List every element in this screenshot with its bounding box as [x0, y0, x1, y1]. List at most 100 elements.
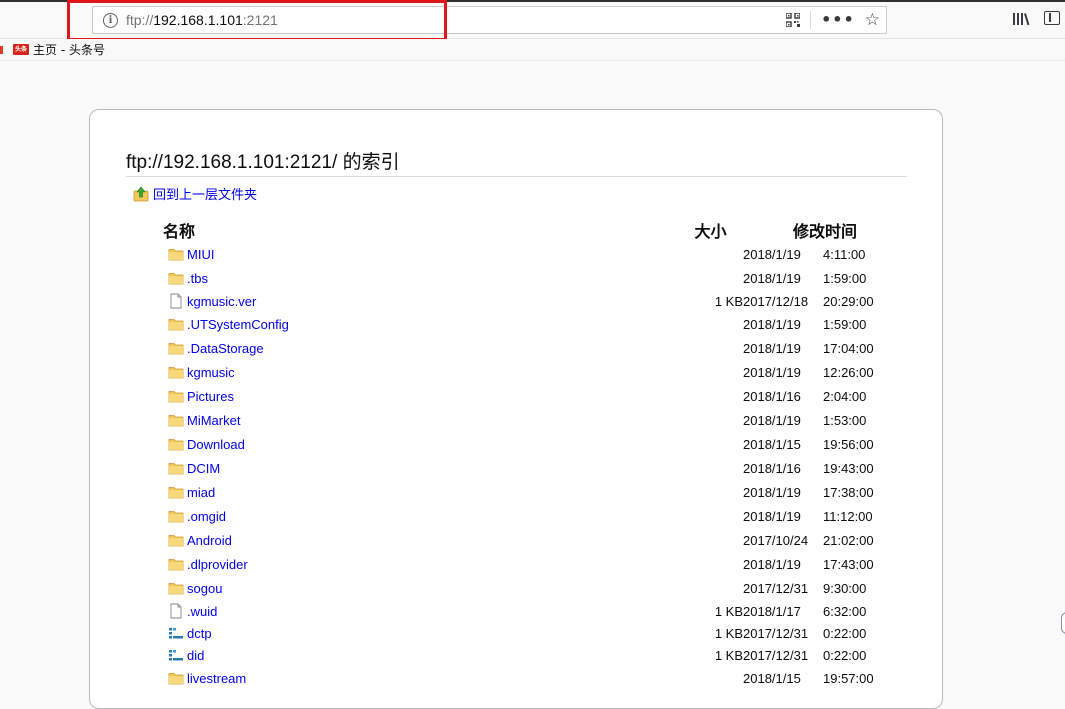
entry-link[interactable]: .omgid: [187, 509, 226, 524]
time-cell: 6:32:00: [823, 603, 867, 619]
folder-icon: [168, 463, 184, 475]
bookmark-item-toutiao[interactable]: 头条 主页 - 头条号: [13, 41, 105, 58]
time-cell: 0:22:00: [823, 625, 867, 641]
name-cell: .dlprovider: [163, 552, 643, 576]
name-cell: kgmusic: [163, 360, 643, 384]
date-cell: 2018/1/19: [743, 246, 801, 262]
time-cell: 17:38:00: [823, 484, 874, 500]
site-info-icon[interactable]: i: [103, 13, 118, 28]
address-bar-actions: ••• ☆: [786, 11, 880, 29]
url-text[interactable]: ftp://192.168.1.101:2121: [126, 12, 278, 28]
ftp-listing-card: ftp://192.168.1.101:2121/ 的索引 回到上一层文件夹 名…: [89, 109, 943, 709]
date-cell: 2018/1/19: [743, 508, 801, 524]
entry-link[interactable]: .UTSystemConfig: [187, 317, 289, 332]
size-cell: [643, 312, 743, 336]
entry-link[interactable]: MIUI: [187, 247, 214, 262]
entry-link[interactable]: kgmusic.ver: [187, 294, 256, 309]
date-cell: 2018/1/19: [743, 364, 801, 380]
page-actions-menu-icon[interactable]: •••: [821, 11, 855, 29]
folder-icon: [168, 249, 184, 261]
bookmark-star-icon[interactable]: ☆: [865, 11, 880, 29]
entry-link[interactable]: MiMarket: [187, 413, 240, 428]
name-cell: MIUI: [163, 242, 643, 266]
library-icon[interactable]: [1012, 12, 1030, 26]
table-row: .DataStorage 2018/1/19 17:04:00: [163, 336, 913, 360]
size-cell: 1 KB: [714, 647, 743, 663]
size-cell: [643, 336, 743, 360]
time-cell: 19:57:00: [823, 670, 874, 686]
entry-link[interactable]: dctp: [187, 626, 212, 641]
column-header-modified[interactable]: 修改时间: [743, 218, 913, 242]
entry-link[interactable]: kgmusic: [187, 365, 235, 380]
table-header-row: 名称 大小 修改时间: [163, 218, 913, 242]
entry-link[interactable]: .dlprovider: [187, 557, 248, 572]
table-row: livestream 2018/1/15 19:57:00: [163, 666, 913, 690]
time-cell: 21:02:00: [823, 532, 874, 548]
folder-icon: [168, 319, 184, 331]
entry-link[interactable]: livestream: [187, 671, 246, 686]
folder-icon: [168, 673, 184, 685]
date-cell: 2018/1/19: [743, 484, 801, 500]
parent-directory-label: 回到上一层文件夹: [153, 188, 258, 203]
time-cell: 1:53:00: [823, 412, 867, 428]
folder-icon: [168, 415, 184, 427]
size-cell: 1 KB: [714, 603, 743, 619]
time-cell: 17:04:00: [823, 340, 874, 356]
size-cell: [643, 480, 743, 504]
table-row: Pictures 2018/1/16 2:04:00: [163, 384, 913, 408]
name-cell: DCIM: [163, 456, 643, 480]
url-scheme: ftp://: [126, 12, 154, 28]
column-header-size[interactable]: 大小: [643, 218, 743, 242]
window-top-border: [0, 0, 1065, 2]
size-cell: [643, 266, 743, 290]
entry-link[interactable]: .tbs: [187, 271, 208, 286]
entry-link[interactable]: Android: [187, 533, 232, 548]
date-cell: 2018/1/16: [743, 388, 801, 404]
page-title: ftp://192.168.1.101:2121/ 的索引: [126, 147, 907, 177]
entry-link[interactable]: sogou: [187, 581, 222, 596]
parent-directory-link[interactable]: 回到上一层文件夹: [133, 184, 257, 203]
sidebar-toggle-icon[interactable]: [1044, 11, 1060, 25]
table-row: dctp 1 KB 2017/12/31 0:22:00: [163, 622, 913, 644]
entry-link[interactable]: .DataStorage: [187, 341, 264, 356]
table-row: Download 2018/1/15 19:56:00: [163, 432, 913, 456]
time-cell: 20:29:00: [823, 293, 874, 309]
date-cell: 2018/1/15: [743, 670, 801, 686]
size-cell: [643, 360, 743, 384]
entry-link[interactable]: Download: [187, 437, 245, 452]
size-cell: [643, 408, 743, 432]
size-cell: 1 KB: [714, 293, 743, 309]
time-cell: 19:56:00: [823, 436, 874, 452]
entry-link[interactable]: .wuid: [187, 604, 217, 619]
table-row: MIUI 2018/1/19 4:11:00: [163, 242, 913, 266]
size-cell: [643, 528, 743, 552]
scroll-indicator[interactable]: [1061, 612, 1065, 634]
table-row: DCIM 2018/1/16 19:43:00: [163, 456, 913, 480]
url-port: :2121: [242, 12, 278, 28]
entry-link[interactable]: DCIM: [187, 461, 220, 476]
name-cell: did: [163, 644, 643, 666]
date-cell: 2017/10/24: [743, 532, 809, 548]
time-cell: 19:43:00: [823, 460, 874, 476]
column-header-name[interactable]: 名称: [163, 218, 643, 242]
qr-code-icon[interactable]: [786, 13, 801, 27]
url-host: 192.168.1.101: [153, 12, 243, 28]
name-cell: .DataStorage: [163, 336, 643, 360]
entry-link[interactable]: miad: [187, 485, 215, 500]
date-cell: 2018/1/19: [743, 412, 801, 428]
entry-link[interactable]: Pictures: [187, 389, 234, 404]
bookmarks-toolbar: 头条 主页 - 头条号: [0, 39, 1065, 61]
address-bar[interactable]: i ftp://192.168.1.101:2121 ••• ☆: [92, 6, 887, 34]
special-file-icon: [169, 628, 183, 639]
size-cell: [643, 666, 743, 690]
table-row: did 1 KB 2017/12/31 0:22:00: [163, 644, 913, 666]
time-cell: 0:22:00: [823, 647, 867, 663]
folder-icon: [168, 367, 184, 379]
file-icon: [170, 603, 182, 619]
time-cell: 4:11:00: [823, 246, 866, 262]
folder-icon: [168, 391, 184, 403]
entry-link[interactable]: did: [187, 648, 204, 663]
folder-icon: [168, 535, 184, 547]
table-row: kgmusic.ver 1 KB 2017/12/18 20:29:00: [163, 290, 913, 312]
size-cell: [643, 552, 743, 576]
